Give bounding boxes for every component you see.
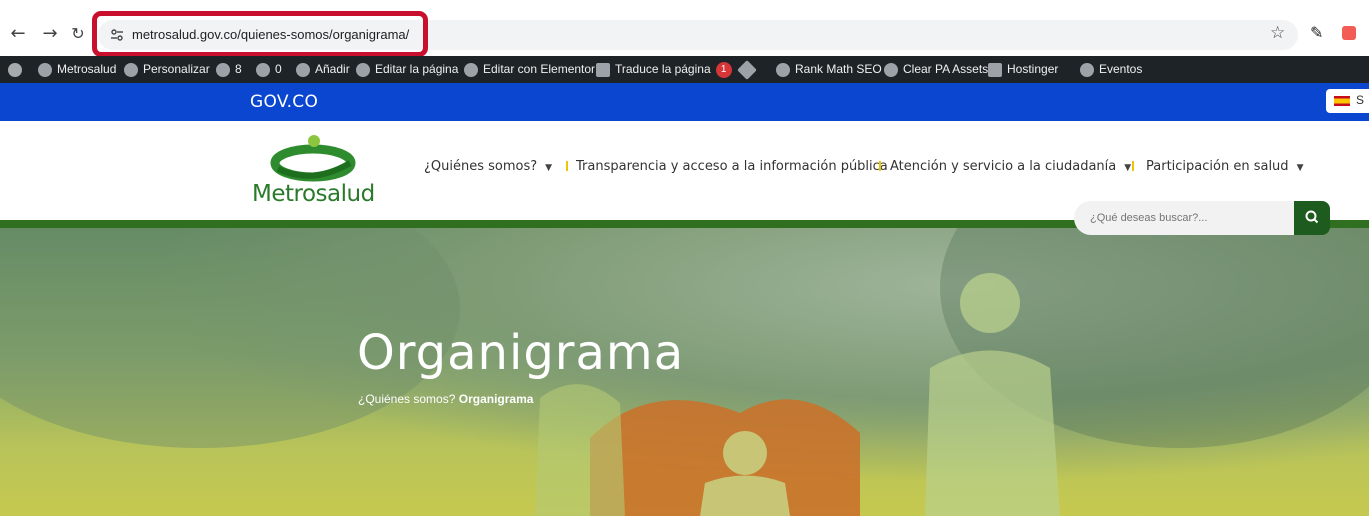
- menu-quienes-somos[interactable]: ¿Quiénes somos? ▼: [424, 159, 552, 174]
- adminbar-clear-assets[interactable]: Clear PA Assets: [884, 56, 988, 83]
- address-bar[interactable]: metrosalud.gov.co/quienes-somos/organigr…: [98, 20, 1298, 50]
- updates-icon: [216, 62, 230, 77]
- reload-icon[interactable]: ↻: [68, 24, 88, 44]
- elementor-icon: [464, 62, 478, 77]
- adminbar-updates[interactable]: 8: [216, 56, 242, 83]
- wordpress-logo-icon[interactable]: [8, 56, 27, 83]
- plus-icon: [296, 62, 310, 77]
- notification-badge: 1: [715, 61, 732, 78]
- caret-down-icon: ▼: [545, 163, 553, 173]
- tab-strip: [0, 0, 1369, 15]
- adminbar-new[interactable]: Añadir: [296, 56, 350, 83]
- brush-icon: [124, 62, 138, 77]
- menu-atencion[interactable]: Atención y servicio a la ciudadanía ▼: [890, 159, 1131, 174]
- calendar-icon: [1080, 62, 1094, 77]
- adminbar-events[interactable]: Eventos: [1080, 56, 1142, 83]
- adminbar-site[interactable]: Metrosalud: [38, 56, 116, 83]
- browser-toolbar: ← → ↻ metrosalud.gov.co/quienes-somos/or…: [0, 14, 1369, 56]
- refresh-icon: [884, 62, 898, 77]
- menu-transparencia[interactable]: Transparencia y acceso a la información …: [576, 159, 888, 174]
- breadcrumb-current: Organigrama: [458, 392, 534, 406]
- adminbar-translate[interactable]: Traduce la página 1: [596, 56, 732, 83]
- bookmark-star-icon[interactable]: ☆: [1270, 23, 1285, 43]
- menu-divider: [1132, 161, 1134, 171]
- menu-participacion[interactable]: Participación en salud ▼: [1146, 159, 1303, 174]
- hostinger-icon: [988, 62, 1002, 77]
- adminbar-diamond[interactable]: [737, 56, 759, 83]
- adminbar-rankmath[interactable]: Rank Math SEO: [776, 56, 882, 83]
- search-icon: [1305, 210, 1319, 224]
- caret-down-icon: ▼: [1296, 163, 1304, 173]
- adminbar-hostinger[interactable]: Hostinger: [988, 56, 1058, 83]
- adminbar-elementor[interactable]: Editar con Elementor: [464, 56, 595, 83]
- page-title: Organigrama: [357, 325, 685, 381]
- logo-mark-icon: [270, 135, 356, 182]
- url-text[interactable]: metrosalud.gov.co/quienes-somos/organigr…: [132, 27, 409, 42]
- menu-divider: [566, 161, 568, 171]
- gov-co-bar: GOV.CO S: [0, 83, 1369, 121]
- breadcrumb: ¿Quiénes somos? Organigrama: [358, 392, 533, 406]
- search-input[interactable]: [1074, 201, 1294, 235]
- translate-icon: [596, 62, 610, 77]
- adminbar-edit-page[interactable]: Editar la página: [356, 56, 458, 83]
- pen-extension-icon[interactable]: ✎: [1310, 23, 1323, 42]
- breadcrumb-parent[interactable]: ¿Quiénes somos?: [358, 392, 455, 406]
- family-silhouette-image: [0, 228, 1369, 516]
- rank-math-icon: [776, 62, 790, 77]
- forward-icon[interactable]: →: [40, 24, 60, 44]
- caret-down-icon: ▼: [1124, 163, 1132, 173]
- adminbar-customize[interactable]: Personalizar: [124, 56, 210, 83]
- site-search: [1074, 201, 1330, 235]
- pencil-icon: [356, 62, 370, 77]
- search-button[interactable]: [1294, 201, 1330, 235]
- language-selector[interactable]: S: [1326, 89, 1369, 113]
- hero-banner: Organigrama ¿Quiénes somos? Organigrama: [0, 228, 1369, 516]
- extension-icon[interactable]: [1342, 26, 1356, 40]
- gov-co-logo[interactable]: GOV.CO: [250, 92, 318, 112]
- dashboard-icon: [38, 62, 52, 77]
- comment-icon: [256, 62, 270, 77]
- back-icon[interactable]: ←: [8, 24, 28, 44]
- diamond-icon: [737, 59, 757, 80]
- spain-flag-icon: [1334, 96, 1350, 106]
- menu-divider: [879, 161, 881, 171]
- metrosalud-logo[interactable]: Metrosalud: [250, 133, 400, 215]
- site-info-icon[interactable]: [110, 28, 124, 42]
- adminbar-comments[interactable]: 0: [256, 56, 282, 83]
- wp-admin-bar: Metrosalud Personalizar 8 0 Añadir Edita…: [0, 56, 1369, 83]
